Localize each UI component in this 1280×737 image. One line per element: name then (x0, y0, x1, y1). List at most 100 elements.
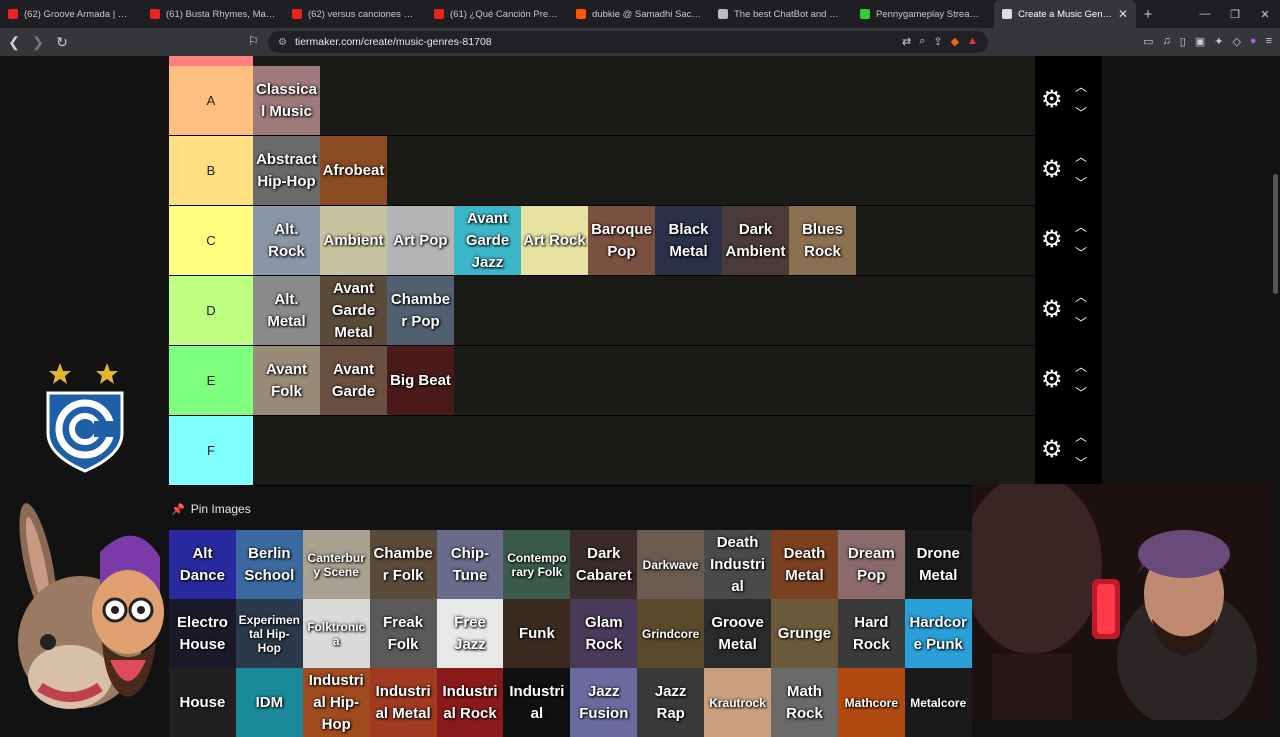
tier-label[interactable]: C (169, 206, 253, 275)
browser-tab[interactable]: The best ChatBot and Widgets... (710, 0, 852, 28)
share-icon[interactable]: ⇪ (933, 35, 942, 48)
genre-tile[interactable]: Grindcore (637, 599, 705, 668)
genre-tile[interactable]: Dark Cabaret (570, 530, 638, 599)
tier-settings-gear-icon[interactable]: ⚙ (1041, 298, 1063, 322)
browser-tab[interactable]: Pennygameplay Stream - Wat... (852, 0, 994, 28)
extension-icon[interactable]: ✦ (1214, 35, 1223, 48)
menu-icon[interactable]: ≡ (1266, 35, 1272, 48)
tier-items-dropzone[interactable]: Alt. Metal Avant Garde Metal Chamber Pop (253, 276, 1035, 345)
genre-tile[interactable]: Hard Rock (837, 599, 905, 668)
genre-tile[interactable]: Freak Folk (369, 599, 437, 668)
url-field[interactable]: ⚙ tiermaker.com/create/music-genres-8170… (268, 31, 988, 53)
tier-items-dropzone[interactable]: Alt. Rock Ambient Art Pop Avant Garde Jazz A… (253, 206, 1035, 275)
genre-tile[interactable]: Alt. Metal (253, 276, 320, 345)
genre-tile[interactable]: Chamber Folk (369, 530, 437, 599)
tier-settings-gear-icon[interactable]: ⚙ (1041, 438, 1063, 462)
move-tier-down-icon[interactable]: ﹀ (1075, 104, 1087, 121)
close-window-icon[interactable]: ✕ (1250, 8, 1280, 21)
genre-tile[interactable]: Berlin School (235, 530, 303, 599)
genre-tile[interactable]: Canterbury Scene (302, 530, 370, 599)
genre-tile[interactable]: Baroque Pop (588, 206, 655, 275)
genre-tile[interactable]: Math Rock (771, 668, 838, 737)
page-scrollbar[interactable] (1271, 56, 1280, 720)
move-tier-down-icon[interactable]: ﹀ (1075, 454, 1087, 471)
genre-tile[interactable]: Death Metal (771, 530, 838, 599)
genre-tile[interactable]: Alt Dance (169, 530, 236, 599)
tier-settings-gear-icon[interactable]: ⚙ (1041, 88, 1063, 112)
genre-tile[interactable]: Abstract Hip-Hop (253, 136, 320, 205)
rewards-icon[interactable]: ▲ (967, 35, 978, 48)
genre-tile[interactable]: IDM (235, 668, 303, 737)
tier-label[interactable]: A (169, 66, 253, 135)
genre-tile[interactable]: Industrial Metal (369, 668, 437, 737)
browser-tab[interactable]: (61) ¿Qué Canción Prefieres? (426, 0, 568, 28)
genre-tile[interactable]: Krautrock (704, 668, 772, 737)
back-icon[interactable]: ❮ (4, 34, 24, 51)
browser-tab[interactable]: dubkie @ Samadhi Sacred... (568, 0, 710, 28)
genre-tile[interactable]: Blues Rock (789, 206, 856, 275)
move-tier-down-icon[interactable]: ﹀ (1075, 384, 1087, 401)
genre-tile[interactable]: Chip-Tune (436, 530, 504, 599)
genre-tile[interactable]: Avant Garde Jazz (454, 206, 521, 275)
site-info-icon[interactable]: ⚙ (278, 37, 287, 48)
genre-tile[interactable]: Art Rock (521, 206, 588, 275)
genre-tile[interactable]: Afrobeat (320, 136, 387, 205)
genre-tile[interactable]: Hardcore Punk (904, 599, 972, 668)
genre-tile[interactable]: Jazz Rap (637, 668, 705, 737)
genre-tile[interactable]: Free Jazz (436, 599, 504, 668)
move-tier-down-icon[interactable]: ﹀ (1075, 314, 1087, 331)
genre-tile[interactable]: Black Metal (655, 206, 722, 275)
genre-tile[interactable]: Jazz Fusion (570, 668, 638, 737)
translate-icon[interactable]: ⇄ (902, 35, 911, 48)
genre-tile[interactable]: Industrial (503, 668, 571, 737)
tier-items-dropzone[interactable]: Classical Music (253, 66, 1035, 135)
genre-tile[interactable]: Glam Rock (570, 599, 638, 668)
genre-tile[interactable]: Drone Metal (904, 530, 972, 599)
sidebar-icon[interactable]: ▯ (1180, 35, 1186, 48)
browser-tab[interactable]: Create a Music Genres Tie... ✕ (994, 0, 1136, 28)
genre-tile[interactable]: Grunge (771, 599, 838, 668)
move-tier-up-icon[interactable]: ︿ (1075, 218, 1087, 235)
tier-label[interactable]: D (169, 276, 253, 345)
genre-tile[interactable]: Experimental Hip-Hop (235, 599, 303, 668)
scrollbar-thumb[interactable] (1273, 174, 1278, 294)
browser-tab[interactable]: (62) Groove Armada | Deezer R... (0, 0, 142, 28)
genre-tile[interactable]: Mathcore (837, 668, 905, 737)
genre-tile[interactable]: Chamber Pop (387, 276, 454, 345)
genre-tile[interactable]: Avant Garde (320, 346, 387, 415)
tier-settings-gear-icon[interactable]: ⚙ (1041, 368, 1063, 392)
new-tab-icon[interactable]: + (1136, 6, 1160, 23)
move-tier-up-icon[interactable]: ︿ (1075, 428, 1087, 445)
genre-tile[interactable]: Industrial Rock (436, 668, 504, 737)
genre-tile[interactable]: Avant Garde Metal (320, 276, 387, 345)
minimize-icon[interactable]: — (1190, 8, 1220, 20)
genre-tile[interactable]: Industrial Hip-Hop (302, 668, 370, 737)
genre-tile[interactable]: Funk (503, 599, 571, 668)
pin-images-toggle[interactable]: 📌 Pin Images (171, 502, 251, 516)
move-tier-down-icon[interactable]: ﹀ (1075, 174, 1087, 191)
wallet-icon[interactable]: ▣ (1195, 35, 1205, 48)
genre-tile[interactable]: Contemporary Folk (503, 530, 571, 599)
move-tier-up-icon[interactable]: ︿ (1075, 358, 1087, 375)
browser-tab[interactable]: (61) Busta Rhymes, Mariah Car... (142, 0, 284, 28)
genre-tile[interactable]: Folktronica (302, 599, 370, 668)
genre-tile[interactable]: Darkwave (637, 530, 705, 599)
zoom-icon[interactable]: ⌕ (919, 35, 925, 48)
vpn-icon[interactable]: ◇ (1232, 35, 1240, 48)
screenshot-icon[interactable]: ▭ (1143, 35, 1153, 48)
tier-settings-gear-icon[interactable]: ⚙ (1041, 228, 1063, 252)
move-tier-up-icon[interactable]: ︿ (1075, 288, 1087, 305)
genre-tile[interactable]: House (169, 668, 236, 737)
move-tier-up-icon[interactable]: ︿ (1075, 148, 1087, 165)
bookmark-icon[interactable]: ⚐ (248, 34, 259, 48)
genre-tile[interactable]: Groove Metal (704, 599, 772, 668)
tier-items-dropzone[interactable]: Avant Folk Avant Garde Big Beat (253, 346, 1035, 415)
leo-icon[interactable]: ● (1250, 35, 1257, 48)
genre-tile[interactable]: Alt. Rock (253, 206, 320, 275)
genre-tile[interactable]: Metalcore (904, 668, 972, 737)
genre-tile[interactable]: Big Beat (387, 346, 454, 415)
tier-items-dropzone[interactable]: Abstract Hip-Hop Afrobeat (253, 136, 1035, 205)
genre-tile[interactable]: Art Pop (387, 206, 454, 275)
tier-label[interactable]: E (169, 346, 253, 415)
genre-tile[interactable]: Dream Pop (837, 530, 905, 599)
